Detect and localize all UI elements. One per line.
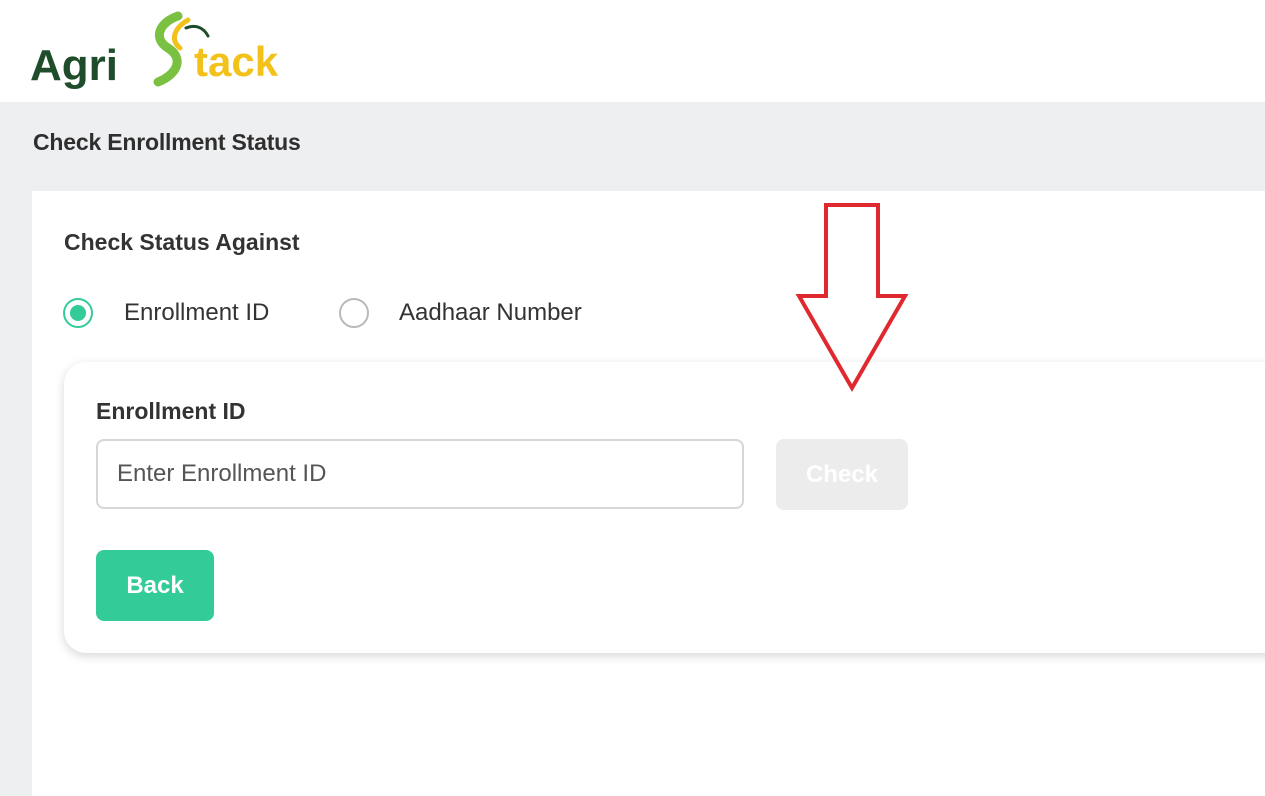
red-down-arrow-icon (795, 203, 909, 393)
radio-button-aadhaar-number[interactable] (339, 298, 369, 328)
check-button[interactable]: Check (776, 439, 908, 510)
radio-option-aadhaar-number[interactable]: Aadhaar Number (339, 293, 582, 333)
radio-label-aadhaar-number: Aadhaar Number (399, 299, 582, 326)
agristack-logo[interactable]: Agri tack (28, 10, 298, 90)
radio-option-enrollment-id[interactable]: Enrollment ID (63, 293, 269, 333)
enrollment-id-input[interactable] (96, 439, 744, 509)
header-bar: Agri tack (0, 0, 1265, 102)
svg-text:Agri: Agri (30, 41, 118, 90)
radio-label-enrollment-id: Enrollment ID (124, 299, 270, 326)
radio-button-enrollment-id[interactable] (63, 298, 93, 328)
enrollment-id-label: Enrollment ID (96, 398, 246, 424)
page-title: Check Enrollment Status (33, 129, 301, 155)
back-button[interactable]: Back (96, 550, 214, 621)
section-title: Check Status Against (64, 229, 300, 255)
svg-text:tack: tack (194, 38, 279, 85)
